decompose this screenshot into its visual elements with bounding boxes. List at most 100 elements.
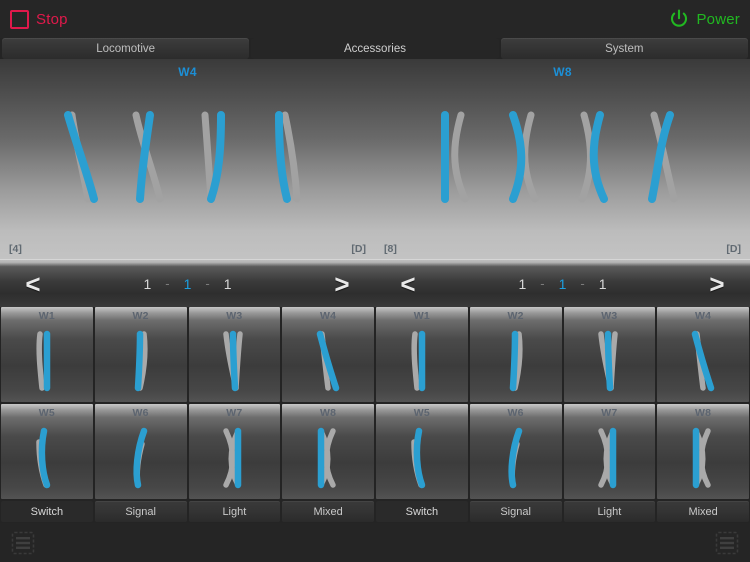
display-symbol-switch-right-diverging[interactable] bbox=[126, 109, 180, 205]
tab-locomotive-label: Locomotive bbox=[96, 42, 156, 55]
accessory-cell-left-w8[interactable]: W8 bbox=[282, 404, 374, 499]
cell-label: W8 bbox=[695, 407, 712, 419]
prev-page-button-left[interactable]: < bbox=[18, 271, 48, 297]
accessory-cell-right-w5[interactable]: W5 bbox=[376, 404, 468, 499]
category-label: Mixed bbox=[313, 505, 343, 518]
cell-label: W2 bbox=[132, 310, 149, 322]
next-page-button-left[interactable]: > bbox=[327, 271, 357, 297]
display-symbol-crossing-curve-left[interactable] bbox=[640, 109, 694, 205]
category-label: Light bbox=[222, 505, 247, 518]
accessory-cell-right-w6[interactable]: W6 bbox=[469, 404, 562, 499]
list-view-icon-left[interactable] bbox=[10, 530, 36, 556]
display-left-footer-right: [D] bbox=[351, 243, 366, 255]
page-separator-left-2: - bbox=[205, 276, 210, 291]
pagination-bar: < 1 - 1 - 1 > < 1 - 1 - 1 > bbox=[0, 259, 750, 307]
stop-button[interactable]: Stop bbox=[10, 9, 68, 29]
accessory-cell-left-w5[interactable]: W5 bbox=[1, 404, 93, 499]
display-right-symbols bbox=[375, 109, 750, 209]
tab-system[interactable]: System bbox=[500, 38, 748, 59]
accessory-cell-left-w7[interactable]: W7 bbox=[188, 404, 281, 499]
cell-symbol-sw4 bbox=[682, 322, 724, 402]
cell-symbol-sw6 bbox=[120, 419, 162, 499]
category-signal-right[interactable]: Signal bbox=[469, 501, 562, 522]
display-symbol-crossing-x[interactable] bbox=[501, 109, 555, 205]
page-numbers-left: 1 - 1 - 1 bbox=[143, 276, 231, 292]
accessory-cell-left-w3[interactable]: W3 bbox=[188, 307, 281, 402]
category-mixed-left[interactable]: Mixed bbox=[282, 501, 374, 522]
cell-label: W7 bbox=[601, 407, 618, 419]
category-light-left[interactable]: Light bbox=[188, 501, 281, 522]
power-button-label: Power bbox=[696, 10, 740, 28]
accessory-cell-left-w6[interactable]: W6 bbox=[94, 404, 187, 499]
cell-label: W2 bbox=[507, 310, 524, 322]
page-numbers-right: 1 - 1 - 1 bbox=[518, 276, 606, 292]
category-label: Signal bbox=[125, 505, 156, 518]
category-mixed-right[interactable]: Mixed bbox=[657, 501, 749, 522]
cell-symbol-sw3 bbox=[213, 322, 255, 402]
category-light-right[interactable]: Light bbox=[563, 501, 656, 522]
cell-label: W3 bbox=[601, 310, 618, 322]
page-number-left-3[interactable]: 1 bbox=[224, 276, 232, 292]
power-button[interactable]: Power bbox=[669, 9, 740, 29]
display-panel-left: W4 [4] [D] bbox=[0, 59, 375, 259]
accessory-cell-right-w2[interactable]: W2 bbox=[469, 307, 562, 402]
tab-locomotive[interactable]: Locomotive bbox=[2, 38, 250, 59]
accessory-display: W4 [4] [D] W8 [8] [D] bbox=[0, 59, 750, 259]
accessory-cell-left-w4[interactable]: W4 bbox=[282, 307, 374, 402]
tab-accessories[interactable]: Accessories bbox=[251, 38, 499, 59]
prev-page-button-right[interactable]: < bbox=[393, 271, 423, 297]
cell-label: W4 bbox=[695, 310, 712, 322]
cell-label: W8 bbox=[320, 407, 337, 419]
page-number-right-3[interactable]: 1 bbox=[599, 276, 607, 292]
cell-symbol-sw8 bbox=[307, 419, 349, 499]
display-symbol-switch-curve-left[interactable] bbox=[265, 109, 319, 205]
next-page-button-right[interactable]: > bbox=[702, 271, 732, 297]
display-symbol-switch-left-diverging[interactable] bbox=[56, 109, 110, 205]
category-label: Signal bbox=[500, 505, 531, 518]
category-switch-right[interactable]: Switch bbox=[376, 501, 468, 522]
cell-symbol-sw1 bbox=[401, 322, 443, 402]
category-signal-left[interactable]: Signal bbox=[94, 501, 187, 522]
display-right-title: W8 bbox=[553, 65, 572, 79]
category-label: Switch bbox=[30, 505, 64, 518]
cell-symbol-sw2 bbox=[495, 322, 537, 402]
accessory-cell-right-w4[interactable]: W4 bbox=[657, 307, 749, 402]
accessory-cell-right-w8[interactable]: W8 bbox=[657, 404, 749, 499]
stop-square-icon bbox=[10, 9, 29, 29]
display-symbol-crossing-straight-left[interactable] bbox=[431, 109, 485, 205]
page-number-right-2[interactable]: 1 bbox=[559, 276, 567, 292]
cell-label: W6 bbox=[132, 407, 149, 419]
accessory-cell-right-w3[interactable]: W3 bbox=[563, 307, 656, 402]
cell-symbol-sw2 bbox=[120, 322, 162, 402]
cell-symbol-sw7 bbox=[588, 419, 630, 499]
main-tabs: Locomotive Accessories System bbox=[0, 38, 750, 59]
category-switch-left[interactable]: Switch bbox=[1, 501, 93, 522]
display-symbol-switch-curve-right[interactable] bbox=[195, 109, 249, 205]
display-symbol-crossing-curve-right[interactable] bbox=[570, 109, 624, 205]
accessory-cell-right-w7[interactable]: W7 bbox=[563, 404, 656, 499]
grid-row: W1 W2 W3 W4 bbox=[375, 307, 750, 404]
display-left-footer: [4] [D] bbox=[0, 239, 375, 259]
accessory-cell-right-w1[interactable]: W1 bbox=[376, 307, 468, 402]
page-number-left-1[interactable]: 1 bbox=[143, 276, 151, 292]
cell-label: W5 bbox=[413, 407, 430, 419]
page-separator-right-2: - bbox=[580, 276, 585, 291]
list-view-icon-right[interactable] bbox=[714, 530, 740, 556]
cell-label: W1 bbox=[38, 310, 55, 322]
display-right-footer-left: [8] bbox=[384, 243, 397, 255]
category-label: Light bbox=[597, 505, 622, 518]
cell-symbol-sw5 bbox=[401, 419, 443, 499]
category-label: Mixed bbox=[688, 505, 718, 518]
accessory-grid-right: W1 W2 W3 W4 W5 W6 W7 W8 Switch Signal Li… bbox=[375, 307, 750, 523]
pagination-left: < 1 - 1 - 1 > bbox=[0, 260, 375, 307]
cell-symbol-sw3 bbox=[588, 322, 630, 402]
accessory-cell-left-w2[interactable]: W2 bbox=[94, 307, 187, 402]
cell-label: W1 bbox=[413, 310, 430, 322]
cell-label: W5 bbox=[38, 407, 55, 419]
page-number-right-1[interactable]: 1 bbox=[518, 276, 526, 292]
grid-row: W5 W6 W7 W8 bbox=[375, 404, 750, 501]
page-number-left-2[interactable]: 1 bbox=[184, 276, 192, 292]
accessory-cell-left-w1[interactable]: W1 bbox=[1, 307, 93, 402]
category-row-right: Switch Signal Light Mixed bbox=[375, 501, 750, 523]
page-separator-left-1: - bbox=[165, 276, 170, 291]
